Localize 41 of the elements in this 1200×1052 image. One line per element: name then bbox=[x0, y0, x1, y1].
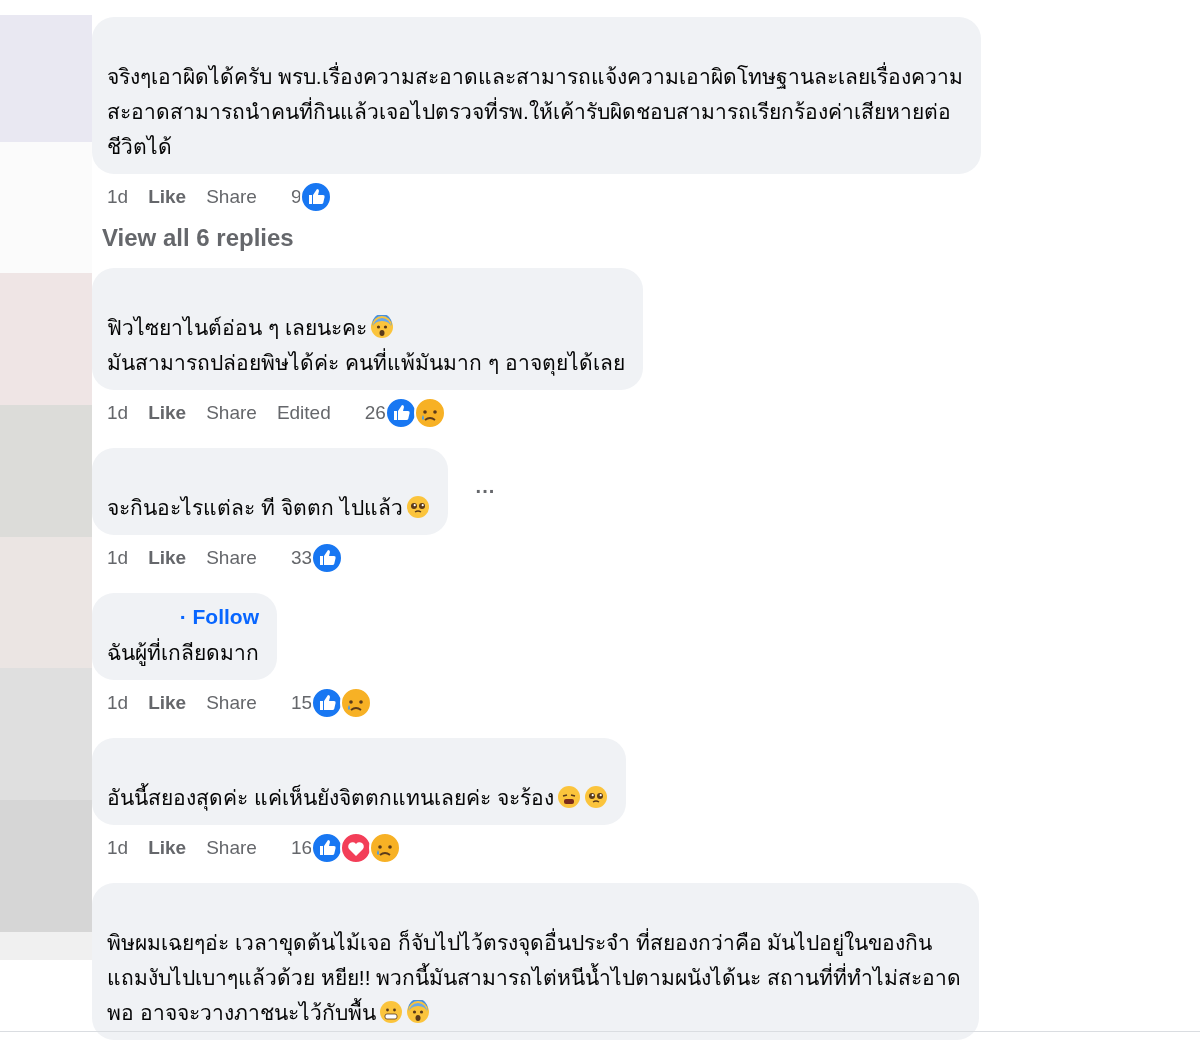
reaction-count: 16 bbox=[290, 837, 312, 859]
timestamp: 1d bbox=[107, 186, 129, 208]
thumbs-up-icon bbox=[300, 181, 333, 213]
timestamp: 1d bbox=[107, 547, 129, 569]
timestamp: 1d bbox=[107, 837, 129, 859]
comment-text: ฟิวไซยาไนต์อ่อน ๆ เลยนะคะ bbox=[107, 316, 367, 339]
tired-face-icon bbox=[556, 785, 581, 809]
reaction-count: 9 bbox=[290, 186, 302, 208]
like-link[interactable]: Like bbox=[148, 547, 187, 569]
like-link[interactable]: Like bbox=[148, 402, 187, 424]
share-link[interactable]: Share bbox=[206, 692, 257, 714]
sad-face-icon bbox=[340, 687, 372, 719]
pleading-face-icon bbox=[583, 785, 608, 809]
thumbs-up-icon bbox=[311, 542, 343, 574]
reaction-count: 15 bbox=[290, 692, 312, 714]
sad-face-icon bbox=[413, 397, 446, 429]
thumbs-up-icon bbox=[311, 687, 343, 719]
sad-face-icon bbox=[369, 832, 401, 864]
reaction-count: 26 bbox=[364, 402, 386, 424]
timestamp: 1d bbox=[107, 692, 129, 714]
share-link[interactable]: Share bbox=[206, 837, 257, 859]
screaming-face-icon bbox=[405, 1000, 430, 1024]
thumbs-up-icon bbox=[311, 832, 343, 864]
timestamp: 1d bbox=[107, 402, 129, 424]
like-link[interactable]: Like bbox=[148, 186, 187, 208]
share-link[interactable]: Share bbox=[206, 547, 257, 569]
fearful-face-icon bbox=[369, 315, 394, 339]
grimacing-face-icon bbox=[378, 1000, 403, 1024]
pleading-face-icon bbox=[405, 495, 430, 519]
share-link[interactable]: Share bbox=[206, 402, 257, 424]
comment-text: จะกินอะไรแต่ละ ที จิตตก ไปแล้ว bbox=[107, 496, 403, 519]
share-link[interactable]: Share bbox=[206, 186, 257, 208]
edited-label: Edited bbox=[276, 402, 331, 424]
more-button[interactable]: ··· bbox=[471, 480, 500, 503]
reaction-count: 33 bbox=[290, 547, 312, 569]
like-link[interactable]: Like bbox=[148, 837, 187, 859]
follow-link[interactable]: · Follow bbox=[179, 605, 259, 629]
thumbs-up-icon bbox=[384, 397, 417, 429]
view-replies-link[interactable]: View all 6 replies bbox=[102, 224, 294, 252]
like-link[interactable]: Like bbox=[148, 692, 187, 714]
comment-text: ชีวิตได้ bbox=[107, 135, 172, 158]
